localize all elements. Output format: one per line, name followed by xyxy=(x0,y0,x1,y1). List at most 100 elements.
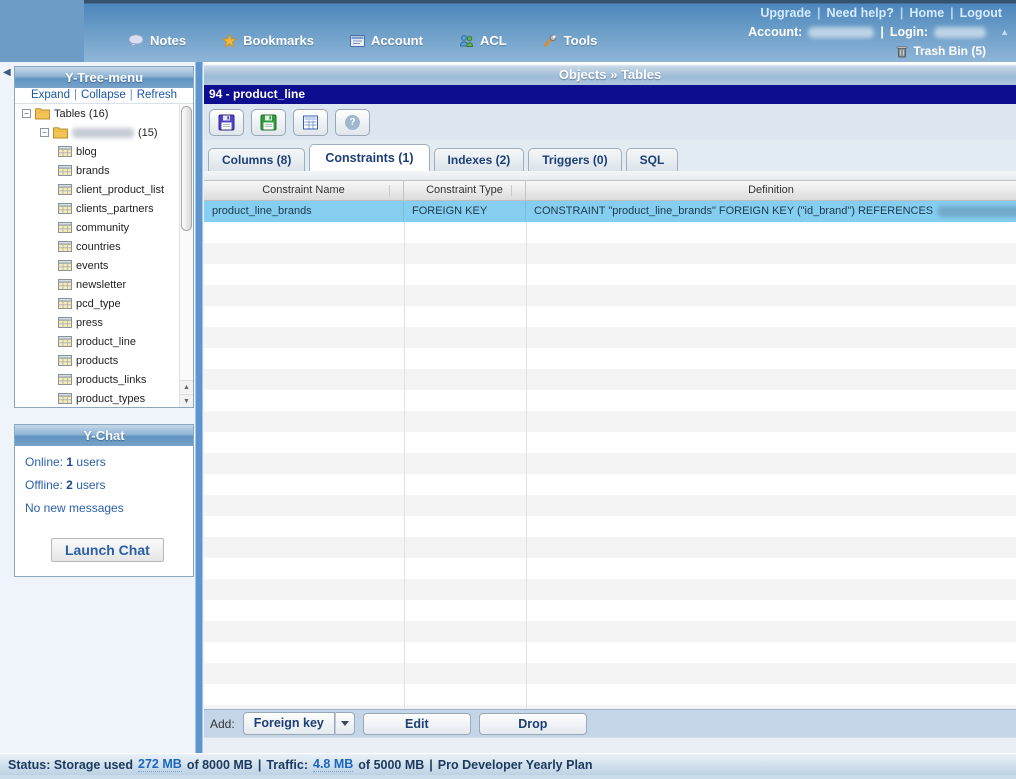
nav-tools[interactable]: Tools xyxy=(543,33,598,48)
login-value-redacted xyxy=(934,27,986,38)
scroll-up-button[interactable]: ▲ xyxy=(180,380,193,393)
grid-header-row: Constraint Name Constraint Type Definiti… xyxy=(204,180,1016,201)
separator: | xyxy=(258,758,262,772)
tree-node-table[interactable]: product_types xyxy=(15,389,193,407)
sidebar-resize-divider[interactable] xyxy=(195,62,203,753)
grid-top-strip xyxy=(204,171,1016,180)
column-header-constraint-type[interactable]: Constraint Type xyxy=(404,181,526,200)
nav-acl[interactable]: ACL xyxy=(459,33,507,48)
tab-triggers[interactable]: Triggers (0) xyxy=(528,148,621,171)
tree-scrollbar[interactable]: ▲ ▼ xyxy=(179,104,193,407)
tab-sql[interactable]: SQL xyxy=(626,148,679,171)
collapse-sidebar-icon[interactable]: ◀ xyxy=(3,67,11,78)
column-divider[interactable] xyxy=(511,185,512,196)
table-icon xyxy=(58,146,72,157)
scroll-down-button[interactable]: ▼ xyxy=(180,394,193,407)
tree-node-table[interactable]: countries xyxy=(15,237,193,256)
nav-bookmarks-label: Bookmarks xyxy=(243,33,314,48)
tab-columns[interactable]: Columns (8) xyxy=(208,148,305,171)
folder-icon xyxy=(35,108,50,120)
column-header-constraint-name[interactable]: Constraint Name xyxy=(204,181,404,200)
online-unit: users xyxy=(76,455,105,469)
collapse-node-icon[interactable]: − xyxy=(22,109,31,118)
tab-strip: Columns (8) Constraints (1) Indexes (2) … xyxy=(204,140,1016,171)
tree-node-label: press xyxy=(76,317,103,329)
tree-node-label: Tables (16) xyxy=(54,108,108,120)
main-area: Objects » Tables 94 - product_line xyxy=(204,62,1016,753)
tree-node-table[interactable]: community xyxy=(15,218,193,237)
storage-total: of 8000 MB xyxy=(187,758,253,772)
tree-node-table[interactable]: products xyxy=(15,351,193,370)
tree-node-table[interactable]: newsletter xyxy=(15,275,193,294)
collapse-link[interactable]: Collapse xyxy=(81,89,126,101)
object-title-bar: 94 - product_line xyxy=(204,85,1016,104)
refresh-link[interactable]: Refresh xyxy=(137,89,177,101)
tree-node-table[interactable]: products_links xyxy=(15,370,193,389)
grid-view-button[interactable] xyxy=(293,109,328,136)
tree-node-table[interactable]: blog xyxy=(15,142,193,161)
save-button[interactable] xyxy=(209,109,244,136)
column-divider[interactable] xyxy=(389,185,390,196)
tree-node-database[interactable]: − (15) xyxy=(15,123,193,142)
tree-node-label: products_links xyxy=(76,374,146,386)
tree-node-table[interactable]: clients_partners xyxy=(15,199,193,218)
tab-constraints[interactable]: Constraints (1) xyxy=(309,144,429,171)
login-label: Login: xyxy=(890,25,928,39)
nav-notes[interactable]: Notes xyxy=(128,33,186,48)
traffic-used-link[interactable]: 4.8 MB xyxy=(313,757,353,772)
tree-node-table[interactable]: events xyxy=(15,256,193,275)
collapse-node-icon[interactable]: − xyxy=(40,128,49,137)
tree-node-count: (15) xyxy=(138,127,158,139)
plan-label: Pro Developer Yearly Plan xyxy=(438,758,593,772)
constraint-type-cell: FOREIGN KEY xyxy=(404,201,526,222)
tree-node-table[interactable]: press xyxy=(15,313,193,332)
scrollbar-thumb[interactable] xyxy=(181,106,192,231)
expand-link[interactable]: Expand xyxy=(31,89,70,101)
separator: | xyxy=(880,25,884,39)
collapse-topbar-icon[interactable]: ▲ xyxy=(1000,27,1009,37)
account-value-redacted xyxy=(808,27,874,38)
constraint-row-selected[interactable]: product_line_brands FOREIGN KEY CONSTRAI… xyxy=(204,201,1016,222)
upgrade-link[interactable]: Upgrade xyxy=(760,6,811,20)
column-header-definition[interactable]: Definition xyxy=(526,181,1016,200)
database-name-redacted xyxy=(72,128,134,138)
tree-node-label: clients_partners xyxy=(76,203,154,215)
tree-node-table[interactable]: product_line xyxy=(15,332,193,351)
help-icon: ? xyxy=(345,115,360,130)
table-empty-rows xyxy=(204,222,1016,709)
chevron-down-icon[interactable] xyxy=(335,712,355,735)
account-card-icon xyxy=(350,35,365,47)
nav-tools-label: Tools xyxy=(564,33,598,48)
drop-button[interactable]: Drop xyxy=(479,713,587,735)
constraint-type-select[interactable]: Foreign key xyxy=(243,712,355,735)
account-row: Account: | Login: xyxy=(748,25,986,39)
edit-button[interactable]: Edit xyxy=(363,713,471,735)
tab-indexes[interactable]: Indexes (2) xyxy=(434,148,525,171)
nav-account[interactable]: Account xyxy=(350,33,423,48)
grid-view-icon xyxy=(302,115,319,130)
offline-unit: users xyxy=(76,478,105,492)
trash-bin-link[interactable]: Trash Bin (5) xyxy=(896,44,986,58)
need-help-link[interactable]: Need help? xyxy=(827,6,894,20)
tree-actions: Expand|Collapse|Refresh xyxy=(15,88,193,104)
help-button[interactable]: ? xyxy=(335,109,370,136)
home-link[interactable]: Home xyxy=(909,6,944,20)
traffic-label: Traffic: xyxy=(266,758,308,772)
launch-chat-button[interactable]: Launch Chat xyxy=(51,538,164,562)
sidebar: ◀ Y-Tree-menu Expand|Collapse|Refresh − … xyxy=(0,62,204,753)
storage-used-link[interactable]: 272 MB xyxy=(138,757,182,772)
tree-node-table[interactable]: brands xyxy=(15,161,193,180)
tree-node-table[interactable]: pcd_type xyxy=(15,294,193,313)
logout-link[interactable]: Logout xyxy=(960,6,1002,20)
table-icon xyxy=(58,203,72,214)
table-icon xyxy=(58,298,72,309)
save-green-button[interactable] xyxy=(251,109,286,136)
table-icon xyxy=(58,165,72,176)
logo-placeholder xyxy=(0,0,84,62)
tree-node-label: blog xyxy=(76,146,97,158)
tree-node-label: product_types xyxy=(76,393,145,405)
tree-node-tables-root[interactable]: − Tables (16) xyxy=(15,104,193,123)
nav-bookmarks[interactable]: Bookmarks xyxy=(222,33,314,48)
tree-node-table[interactable]: client_product_list xyxy=(15,180,193,199)
table-icon xyxy=(58,184,72,195)
